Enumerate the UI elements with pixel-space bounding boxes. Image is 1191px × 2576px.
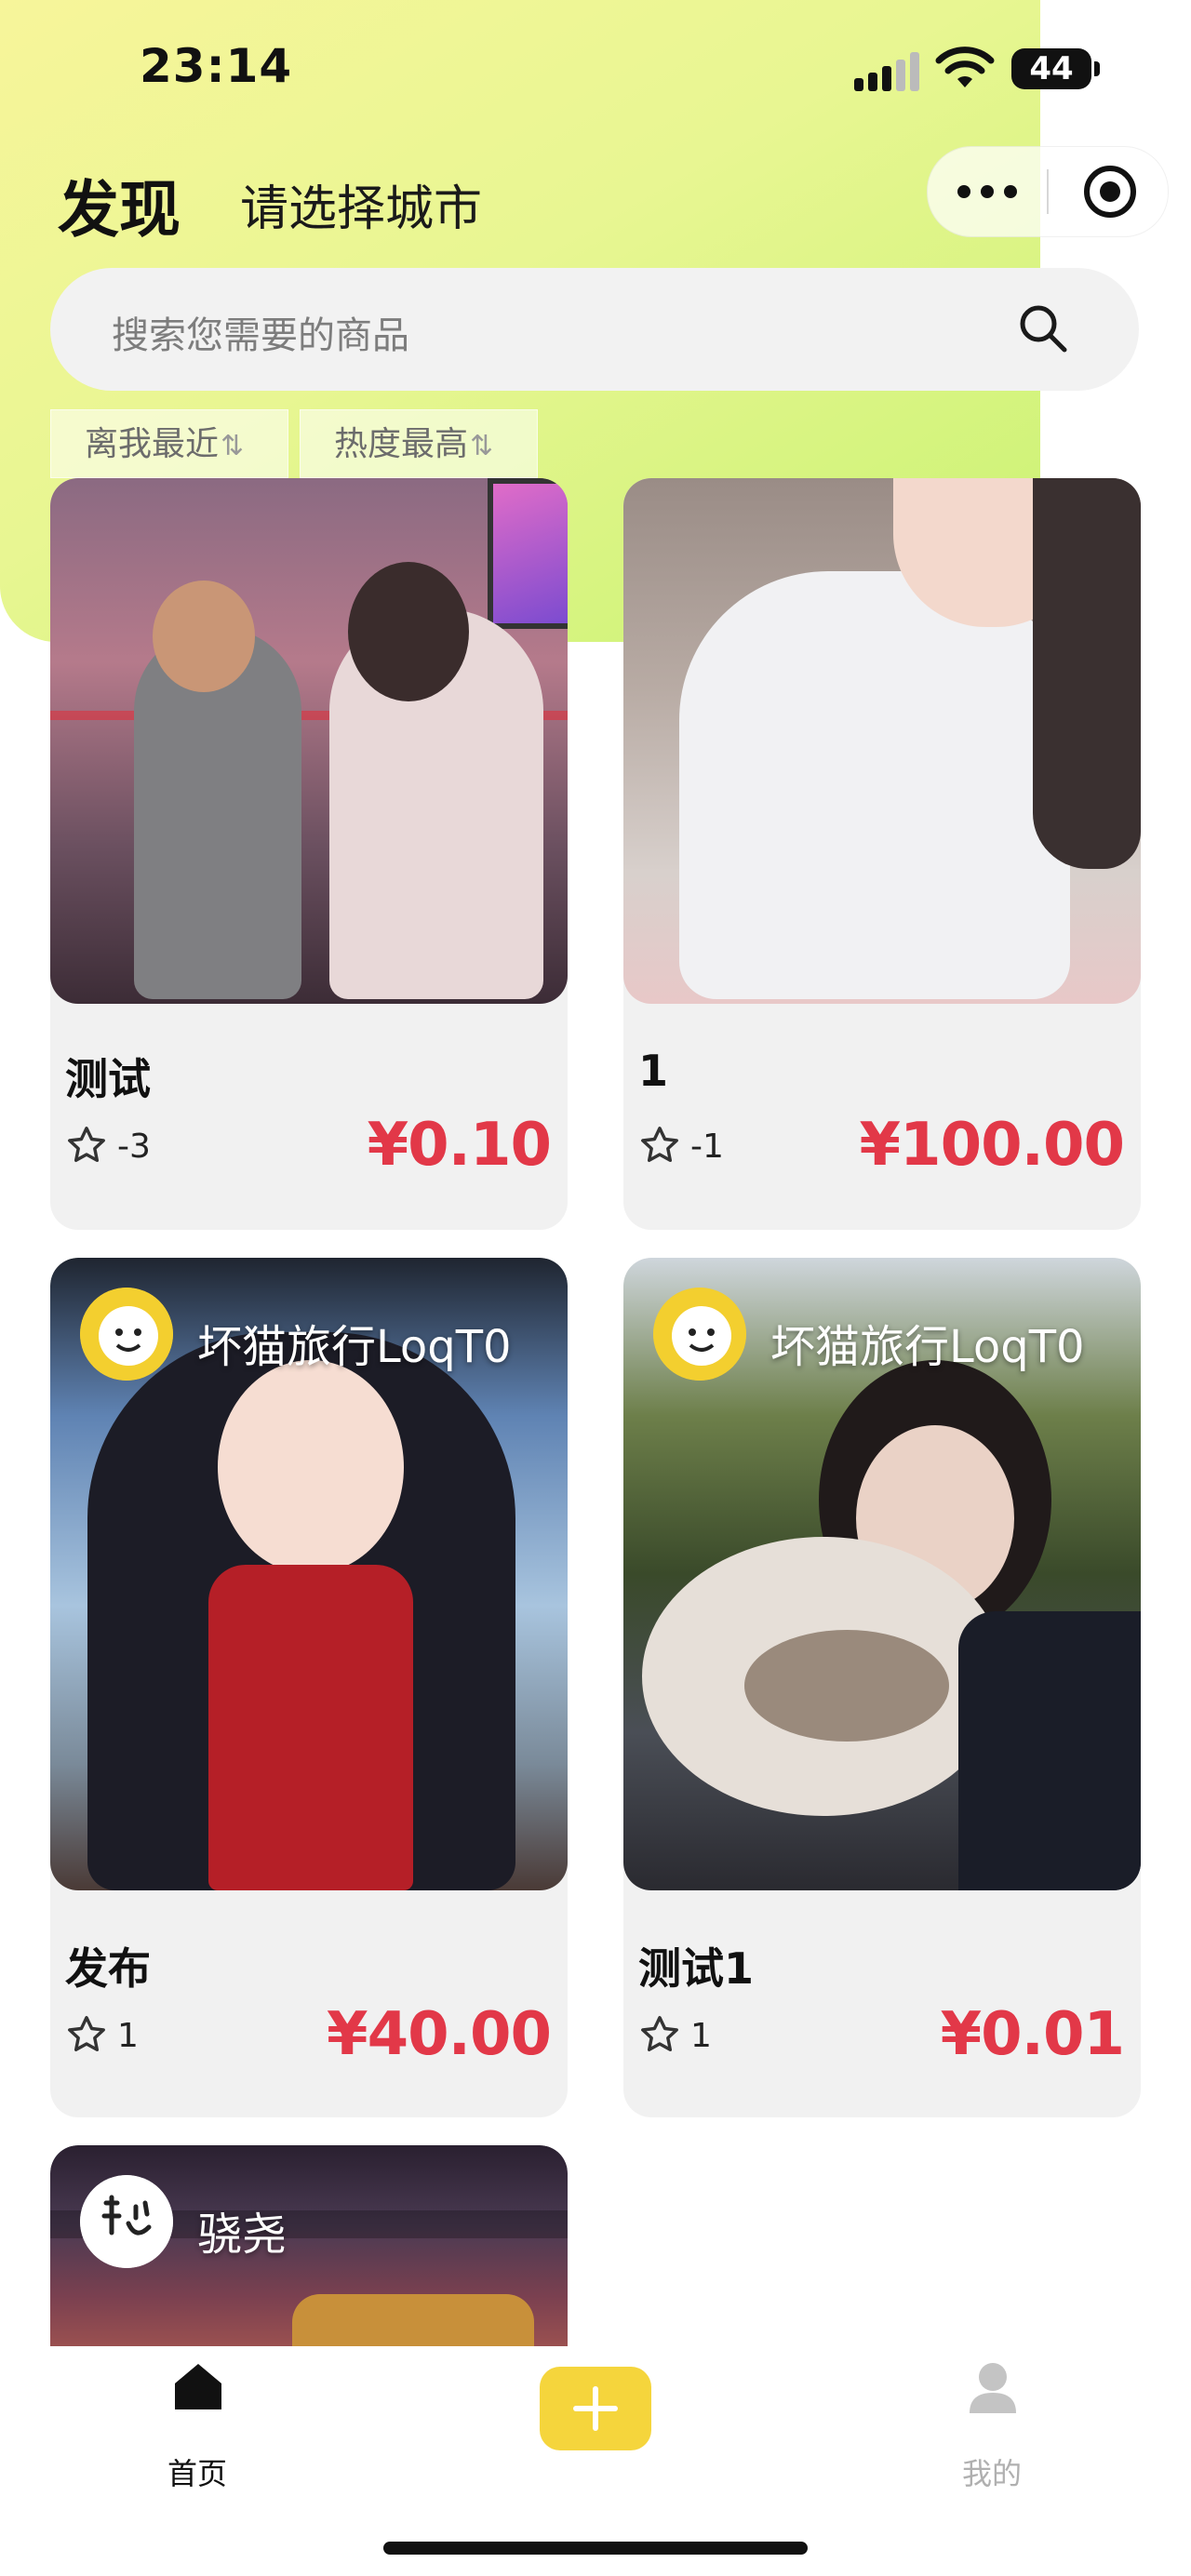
person-figure	[679, 571, 1070, 999]
cellular-signal-icon	[854, 52, 921, 91]
star-icon[interactable]	[638, 1124, 681, 1167]
person-head	[348, 562, 469, 701]
avatar	[80, 2175, 173, 2268]
more-options-button[interactable]	[928, 147, 1047, 236]
home-icon	[175, 2364, 221, 2409]
like-count: -3	[117, 1128, 151, 1166]
avatar	[653, 1288, 746, 1381]
product-photo: 坏猫旅行LoqT0	[623, 1258, 1141, 1890]
sort-by-popularity-button[interactable]: 热度最高⇅	[300, 409, 538, 478]
person-head	[218, 1360, 404, 1574]
status-time: 23:14	[140, 39, 293, 93]
product-card[interactable]: 坏猫旅行LoqT0 发布 1 ¥40.00	[50, 1258, 568, 2117]
product-card[interactable]: 测试 -3 ¥0.10	[50, 478, 568, 1230]
page-title: 发现	[58, 174, 181, 246]
tab-home-label: 首页	[167, 2456, 227, 2491]
city-selector[interactable]: 请选择城市	[240, 169, 482, 239]
author-name: 坏猫旅行LoqT0	[197, 1321, 512, 1373]
add-post-button[interactable]	[540, 2367, 651, 2450]
sort-arrow-icon: ⇅	[221, 430, 245, 462]
star-icon[interactable]	[65, 2013, 108, 2056]
product-card[interactable]: 坏猫旅行LoqT0 测试1 1 ¥0.01	[623, 1258, 1141, 2117]
jacket-detail	[958, 1611, 1141, 1890]
miniprogram-capsule	[927, 146, 1169, 237]
like-count: 1	[690, 2017, 712, 2055]
product-photo: 坏猫旅行LoqT0	[50, 1258, 568, 1890]
search-input[interactable]: 搜索您需要的商品	[112, 305, 409, 359]
product-card[interactable]: 骁尧	[50, 2145, 568, 2346]
battery-cap	[1094, 61, 1100, 76]
like-count: -1	[690, 1128, 724, 1166]
wifi-icon	[935, 47, 995, 87]
search-bar[interactable]: 搜索您需要的商品	[50, 268, 1139, 391]
product-title: 1	[638, 1046, 669, 1096]
capsule-divider	[1047, 169, 1049, 214]
sort-by-popularity-label: 热度最高	[334, 425, 469, 463]
product-price: ¥40.00	[327, 2000, 552, 2069]
star-icon[interactable]	[638, 2013, 681, 2056]
hair-detail	[1033, 478, 1141, 869]
product-price: ¥0.01	[940, 2000, 1125, 2069]
product-photo	[50, 478, 568, 1004]
star-icon[interactable]	[65, 1124, 108, 1167]
close-miniprogram-button[interactable]	[1084, 166, 1136, 218]
ornament-detail	[292, 2294, 534, 2346]
product-photo: 骁尧	[50, 2145, 568, 2346]
person-head	[153, 581, 255, 692]
avatar	[80, 1288, 173, 1381]
dress-detail	[208, 1565, 413, 1890]
sort-arrow-icon: ⇅	[470, 430, 494, 462]
sort-by-distance-label: 离我最近	[85, 425, 220, 463]
product-title: 测试	[65, 1054, 151, 1104]
author-name: 坏猫旅行LoqT0	[770, 1321, 1085, 1373]
product-photo	[623, 478, 1141, 1004]
search-icon[interactable]	[1016, 301, 1072, 357]
tab-mine-label: 我的	[961, 2456, 1022, 2491]
home-indicator	[383, 2542, 808, 2555]
author-name: 骁尧	[197, 2209, 288, 2261]
profile-icon	[970, 2363, 1016, 2413]
product-price: ¥0.10	[367, 1111, 552, 1180]
status-bar: 23:14 44	[0, 0, 1191, 140]
tv-screen-detail	[488, 478, 568, 629]
sort-by-distance-button[interactable]: 离我最近⇅	[50, 409, 288, 478]
like-count: 1	[117, 2017, 139, 2055]
product-title: 测试1	[638, 1943, 755, 1994]
product-title: 发布	[65, 1943, 151, 1994]
product-card[interactable]: 1 -1 ¥100.00	[623, 478, 1141, 1230]
product-price: ¥100.00	[859, 1111, 1125, 1180]
cat-marking	[744, 1630, 949, 1742]
battery-icon: 44	[1011, 48, 1091, 89]
